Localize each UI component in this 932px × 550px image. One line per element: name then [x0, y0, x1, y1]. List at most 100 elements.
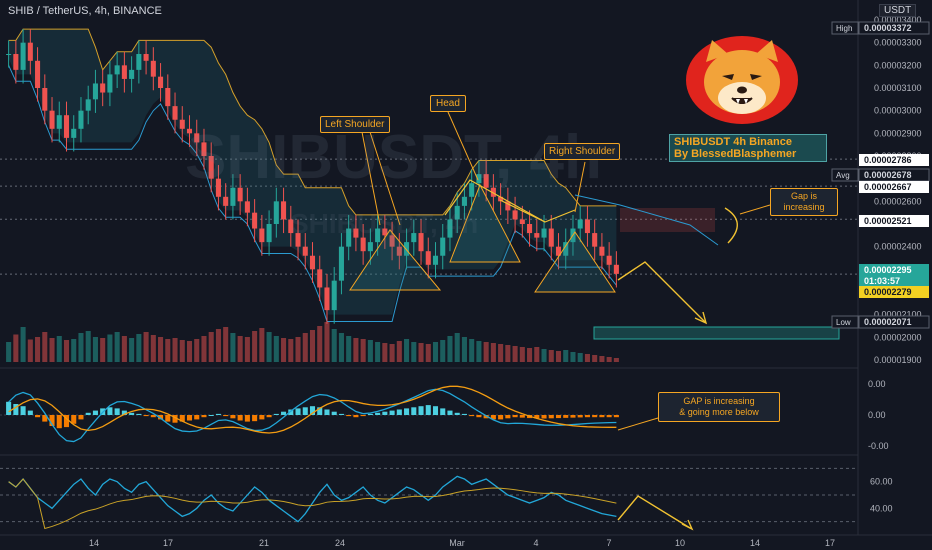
macd-histogram-bar — [35, 415, 41, 418]
volume-bar — [527, 348, 533, 362]
rsi-projection-arrow — [617, 495, 691, 529]
candle — [100, 83, 106, 93]
price-badge-value: 0.00002071 — [864, 317, 912, 327]
volume-bar — [346, 336, 352, 362]
price-tick-label: 0.00003200 — [874, 60, 922, 70]
volume-bar — [63, 340, 70, 362]
price-tick-label: 0.00002900 — [874, 128, 922, 138]
candle — [158, 76, 164, 88]
volume-bar — [244, 337, 250, 362]
macd-histogram-bar — [447, 410, 453, 415]
volume-bar — [606, 357, 612, 362]
candle — [461, 196, 467, 206]
macd-histogram-bar — [360, 415, 366, 417]
macd-histogram-bar — [302, 407, 308, 415]
volume-bar — [548, 350, 554, 362]
volume-bar — [71, 339, 77, 362]
volume-bar — [186, 341, 193, 362]
candle — [150, 60, 156, 77]
volume-bar — [252, 331, 258, 362]
macd-histogram-bar — [244, 415, 250, 422]
shib-logo — [684, 32, 800, 124]
macd-histogram-bar — [201, 415, 207, 418]
macd-histogram-bar — [165, 415, 171, 422]
badge-label: Low — [836, 318, 851, 327]
time-tick-label: 4 — [533, 538, 538, 548]
volume-bar — [570, 352, 576, 362]
volume-bar — [599, 356, 605, 362]
candle — [165, 88, 171, 107]
price-tick-label: 0.00003100 — [874, 83, 922, 93]
volume-bar — [309, 330, 316, 362]
rsi-tick-label: 40.00 — [870, 503, 893, 513]
candle — [252, 212, 258, 229]
candle — [512, 210, 518, 220]
volume-bar — [215, 329, 221, 362]
macd-histogram-bar — [404, 408, 410, 415]
candle — [606, 255, 612, 265]
macd-histogram-bar — [129, 412, 135, 415]
volume-bar — [179, 340, 185, 362]
volume-bar — [35, 337, 41, 362]
candle — [584, 219, 590, 234]
volume-bar — [505, 345, 511, 362]
macd-note-pointer — [617, 417, 659, 431]
volume-bar — [56, 336, 62, 362]
macd-histogram-bar — [281, 411, 287, 415]
gap-pointer — [739, 204, 771, 215]
volume-bar — [613, 358, 619, 362]
macd-histogram-bar — [584, 415, 590, 418]
rsi-line — [8, 475, 617, 523]
volume-bar — [165, 339, 171, 362]
price-tick-label: 0.00002000 — [874, 332, 922, 342]
title-annotation: SHIBUSDT 4h Binance By BlessedBlasphemer — [669, 134, 827, 162]
volume-bar — [490, 343, 496, 362]
rsi-tick-label: 60.00 — [870, 477, 893, 487]
volume-bar — [194, 339, 200, 362]
candle — [35, 60, 41, 88]
candle — [534, 233, 540, 238]
candle — [259, 228, 265, 243]
target-zone — [593, 326, 840, 340]
volume-bar — [432, 342, 439, 362]
volume-bar — [114, 332, 120, 362]
candle — [425, 251, 431, 265]
macd-histogram-bar — [367, 413, 373, 415]
macd-histogram-bar — [563, 415, 569, 418]
volume-bar — [447, 336, 453, 362]
price-tick-label: 0.00003000 — [874, 106, 922, 116]
volume-bar — [541, 349, 547, 362]
macd-histogram-bar — [92, 410, 98, 415]
macd-tick-label: -0.00 — [868, 441, 889, 451]
macd-histogram-bar — [56, 415, 62, 429]
gap-increasing-note: Gap is increasing — [770, 188, 838, 216]
candle — [599, 246, 605, 256]
candle — [78, 110, 84, 129]
volume-bar — [331, 329, 337, 362]
volume-bar — [273, 336, 279, 362]
gap-note-line-2: increasing — [783, 202, 825, 212]
volume-bar — [534, 347, 540, 362]
macd-histogram-bar — [555, 415, 562, 419]
currency-button[interactable]: USDT — [879, 4, 917, 17]
price-badge-value: 0.00002279 — [864, 287, 912, 297]
volume-bar — [121, 336, 127, 362]
macd-histogram-bar — [432, 406, 439, 415]
macd-histogram-bar — [396, 409, 402, 415]
time-tick-label: 17 — [163, 538, 173, 548]
volume-bar — [92, 337, 98, 362]
volume-bar — [158, 337, 164, 362]
macd-histogram-bar — [599, 415, 605, 418]
volume-bar — [13, 334, 19, 362]
candle — [20, 42, 26, 70]
volume-bar — [49, 338, 55, 362]
candle — [331, 280, 337, 311]
volume-bar — [577, 353, 583, 362]
time-tick-label: 14 — [750, 538, 760, 548]
price-badge-value: 0.00002667 — [864, 182, 912, 192]
macd-histogram-bar — [454, 412, 460, 415]
volume-bar — [454, 333, 460, 362]
badge-label: High — [836, 24, 852, 33]
gap-bracket — [724, 207, 738, 244]
candle — [13, 54, 19, 70]
